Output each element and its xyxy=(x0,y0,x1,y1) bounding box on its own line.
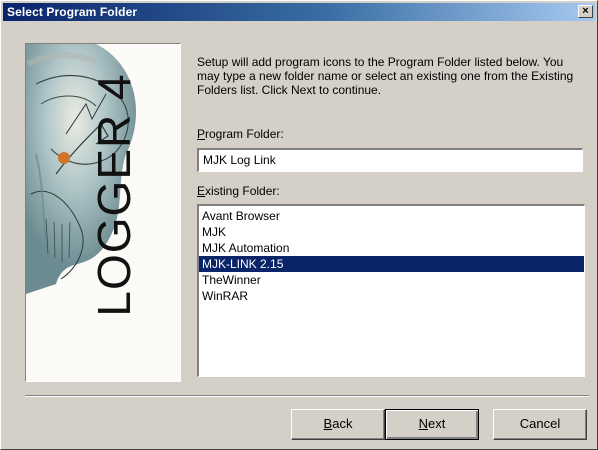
cancel-button[interactable]: Cancel xyxy=(493,409,587,440)
next-label: ext xyxy=(428,416,446,431)
list-item[interactable]: MJK Automation xyxy=(199,240,584,256)
list-item[interactable]: TheWinner xyxy=(199,272,584,288)
existing-folder-list[interactable]: Avant Browser MJK MJK Automation MJK-LIN… xyxy=(197,204,585,377)
program-folder-label: Program Folder: xyxy=(197,127,284,141)
existing-folder-label-text: xisting Folder: xyxy=(205,184,280,198)
list-item-selected[interactable]: MJK-LINK 2.15 xyxy=(199,256,584,272)
existing-folder-label: Existing Folder: xyxy=(197,184,280,198)
list-item[interactable]: WinRAR xyxy=(199,288,584,304)
program-folder-mnemonic: P xyxy=(197,127,206,141)
logger-banner-image: LOGGER 4 xyxy=(25,43,181,382)
next-button[interactable]: Next xyxy=(385,409,479,440)
list-item[interactable]: MJK xyxy=(199,224,584,240)
title-bar[interactable]: Select Program Folder × xyxy=(3,3,595,21)
existing-folder-mnemonic: E xyxy=(197,184,206,198)
window-title: Select Program Folder xyxy=(7,5,138,19)
back-button[interactable]: Back xyxy=(291,409,385,440)
instructions-text: Setup will add program icons to the Prog… xyxy=(197,55,574,97)
divider-highlight xyxy=(25,396,589,397)
setup-dialog: Select Program Folder × LOGGER 4 Setup w… xyxy=(0,0,598,450)
product-logo-text: LOGGER 4 xyxy=(88,73,140,317)
next-mnemonic: N xyxy=(418,416,429,431)
program-folder-label-text: rogram Folder: xyxy=(205,127,284,141)
list-item[interactable]: Avant Browser xyxy=(199,208,584,224)
back-label: ack xyxy=(332,416,353,431)
program-folder-input[interactable]: MJK Log Link xyxy=(197,148,583,172)
back-mnemonic: B xyxy=(323,416,333,431)
close-icon[interactable]: × xyxy=(578,5,593,18)
